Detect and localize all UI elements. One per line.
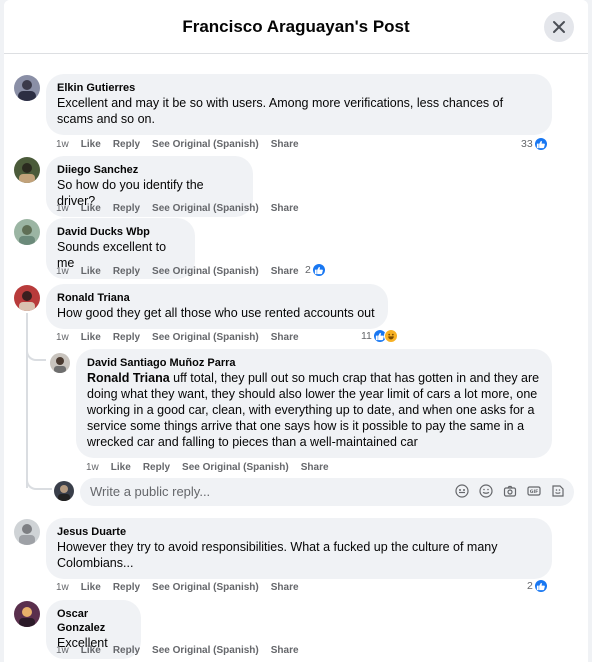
- like-icon: [533, 579, 548, 593]
- reply-button[interactable]: Reply: [113, 332, 140, 343]
- reaction-number: 33: [521, 138, 533, 150]
- comment-time[interactable]: 1w: [56, 645, 69, 656]
- avatar[interactable]: [14, 519, 40, 545]
- comment-bubble: Jesus Duarte However they try to avoid r…: [46, 518, 552, 579]
- share-button[interactable]: Share: [301, 462, 329, 473]
- thread-line: [26, 313, 28, 488]
- like-button[interactable]: Like: [111, 462, 131, 473]
- share-button[interactable]: Share: [271, 203, 299, 214]
- like-button[interactable]: Like: [81, 582, 101, 593]
- comment-bubble: Ronald Triana How good they get all thos…: [46, 284, 388, 329]
- svg-text:GIF: GIF: [530, 489, 538, 495]
- like-button[interactable]: Like: [81, 203, 101, 214]
- like-button[interactable]: Like: [81, 645, 101, 656]
- reaction-number: 11: [361, 330, 372, 342]
- share-button[interactable]: Share: [271, 582, 299, 593]
- close-icon: [553, 21, 565, 33]
- reaction-number: 2: [527, 580, 533, 592]
- see-original-button[interactable]: See Original (Spanish): [182, 462, 289, 473]
- page-title: Francisco Araguayan's Post: [182, 17, 410, 36]
- comment-time[interactable]: 1w: [56, 266, 69, 277]
- see-original-button[interactable]: See Original (Spanish): [152, 266, 259, 277]
- close-button[interactable]: [544, 12, 574, 42]
- reply-input-placeholder: Write a public reply...: [90, 484, 211, 499]
- avatar[interactable]: [14, 75, 40, 101]
- comment-author[interactable]: Ronald Triana: [57, 291, 377, 305]
- comment-actions: 1w Like Reply See Original (Spanish) Sha…: [56, 332, 311, 343]
- reply-time[interactable]: 1w: [86, 462, 99, 473]
- comment-text: Excellent and may it be so with users. A…: [57, 96, 504, 126]
- share-button[interactable]: Share: [271, 139, 299, 150]
- comment-text: How good they get all those who use rent…: [57, 306, 375, 320]
- emoji-icon[interactable]: [478, 483, 494, 499]
- avatar[interactable]: [14, 157, 40, 183]
- reply-button[interactable]: Reply: [113, 582, 140, 593]
- avatar[interactable]: [14, 601, 40, 627]
- avatar[interactable]: [14, 285, 40, 311]
- comment-author[interactable]: David Ducks Wbp: [57, 225, 184, 239]
- avatar-sticker-icon[interactable]: [454, 483, 470, 499]
- see-original-button[interactable]: See Original (Spanish): [152, 203, 259, 214]
- like-icon: [533, 137, 548, 151]
- reply-bubble: David Santiago Muñoz Parra Ronald Triana…: [76, 349, 552, 458]
- reply-button[interactable]: Reply: [143, 462, 170, 473]
- share-button[interactable]: Share: [271, 645, 299, 656]
- see-original-button[interactable]: See Original (Spanish): [152, 582, 259, 593]
- current-user-avatar: [54, 481, 74, 501]
- comment-author[interactable]: Jesus Duarte: [57, 525, 541, 539]
- comment-actions: 1w Like Reply See Original (Spanish) Sha…: [56, 203, 311, 214]
- reaction-count[interactable]: 11: [361, 329, 398, 343]
- avatar[interactable]: [50, 353, 70, 373]
- like-button[interactable]: Like: [81, 139, 101, 150]
- thread-connector: [26, 470, 52, 490]
- gif-icon[interactable]: GIF: [526, 483, 542, 499]
- comment-actions: 1w Like Reply See Original (Spanish) Sha…: [56, 645, 311, 656]
- haha-icon: [383, 329, 398, 343]
- like-icon: [311, 263, 326, 277]
- see-original-button[interactable]: See Original (Spanish): [152, 645, 259, 656]
- reaction-count[interactable]: 2: [305, 263, 326, 277]
- thread-connector: [26, 345, 46, 361]
- comment-time[interactable]: 1w: [56, 582, 69, 593]
- comment-text: However they try to avoid responsibiliti…: [57, 540, 498, 570]
- reply-input[interactable]: Write a public reply... GIF: [80, 478, 574, 506]
- share-button[interactable]: Share: [271, 332, 299, 343]
- comment-time[interactable]: 1w: [56, 332, 69, 343]
- reaction-number: 2: [305, 264, 311, 276]
- dialog-header: Francisco Araguayan's Post: [4, 0, 588, 54]
- reaction-count[interactable]: 33: [521, 137, 548, 151]
- comment-author[interactable]: Oscar Gonzalez: [57, 607, 130, 635]
- reply-author[interactable]: David Santiago Muñoz Parra: [87, 356, 541, 370]
- avatar[interactable]: [14, 219, 40, 245]
- mention-link[interactable]: Ronald Triana: [87, 371, 170, 385]
- see-original-button[interactable]: See Original (Spanish): [152, 332, 259, 343]
- reply-actions: 1w Like Reply See Original (Spanish) Sha…: [86, 462, 341, 473]
- comment-author[interactable]: Elkin Gutierres: [57, 81, 541, 95]
- comment-time[interactable]: 1w: [56, 203, 69, 214]
- sticker-icon[interactable]: [550, 483, 566, 499]
- composer-tools: GIF: [454, 483, 566, 499]
- reply-button[interactable]: Reply: [113, 203, 140, 214]
- comment-time[interactable]: 1w: [56, 139, 69, 150]
- comment-actions: 1w Like Reply See Original (Spanish) Sha…: [56, 266, 311, 277]
- comment-actions: 1w Like Reply See Original (Spanish) Sha…: [56, 139, 311, 150]
- comment-actions: 1w Like Reply See Original (Spanish) Sha…: [56, 582, 311, 593]
- reply-button[interactable]: Reply: [113, 645, 140, 656]
- comment-bubble: Elkin Gutierres Excellent and may it be …: [46, 74, 552, 135]
- reaction-count[interactable]: 2: [527, 579, 548, 593]
- reply-text: Ronald Triana uff total, they pull out s…: [87, 370, 541, 450]
- see-original-button[interactable]: See Original (Spanish): [152, 139, 259, 150]
- post-dialog: Elkin Gutierres Excellent and may it be …: [4, 0, 588, 662]
- camera-icon[interactable]: [502, 483, 518, 499]
- comment-author[interactable]: Diiego Sanchez: [57, 163, 242, 177]
- reply-button[interactable]: Reply: [113, 139, 140, 150]
- like-button[interactable]: Like: [81, 266, 101, 277]
- share-button[interactable]: Share: [271, 266, 299, 277]
- reply-button[interactable]: Reply: [113, 266, 140, 277]
- like-button[interactable]: Like: [81, 332, 101, 343]
